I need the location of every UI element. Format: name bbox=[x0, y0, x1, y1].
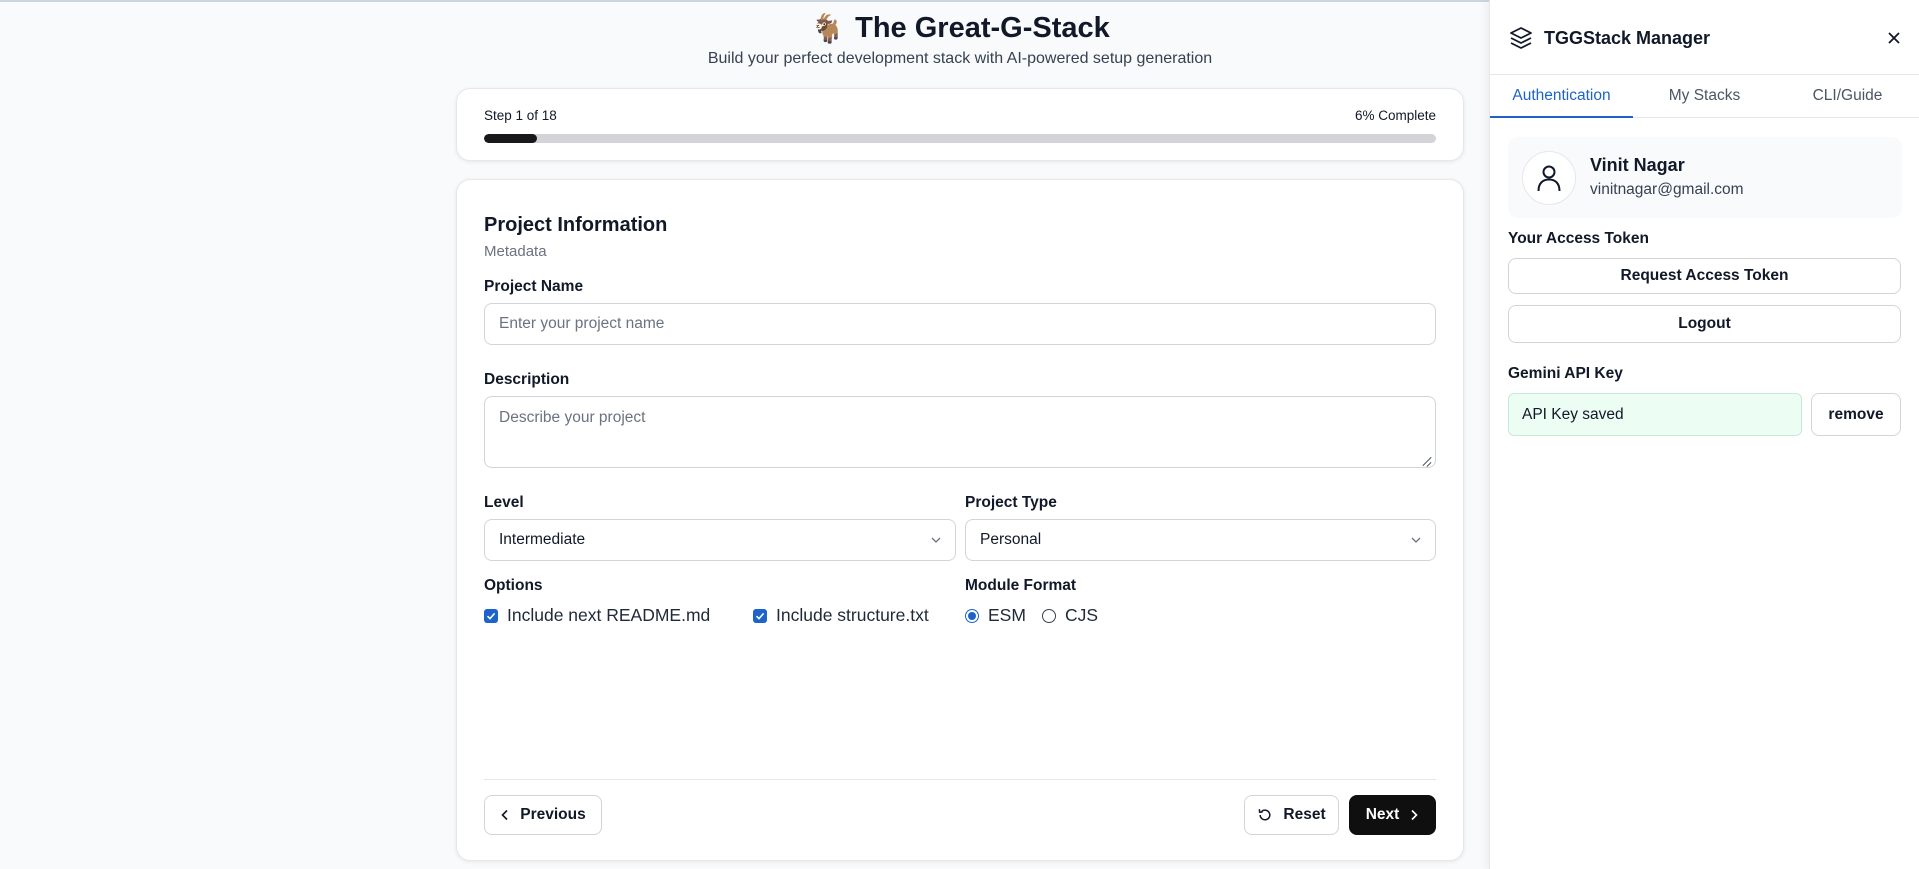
project-type-select[interactable]: Personal bbox=[965, 519, 1436, 561]
next-button[interactable]: Next bbox=[1349, 795, 1436, 835]
main-area: 🐐 The Great-G-Stack Build your perfect d… bbox=[0, 0, 1489, 869]
remove-api-key-button[interactable]: remove bbox=[1811, 393, 1901, 436]
tab-authentication[interactable]: Authentication bbox=[1490, 75, 1633, 118]
section-subtitle: Metadata bbox=[484, 243, 547, 260]
module-format-label: Module Format bbox=[965, 577, 1077, 594]
panel-header: TGGStack Manager bbox=[1508, 20, 1901, 56]
logout-button[interactable]: Logout bbox=[1508, 305, 1901, 343]
radio-esm-label: ESM bbox=[988, 605, 1026, 625]
progress-card: Step 1 of 18 6% Complete bbox=[456, 88, 1464, 161]
radio-cjs-label: CJS bbox=[1065, 605, 1099, 625]
progress-bar bbox=[484, 134, 1436, 143]
project-type-value: Personal bbox=[980, 531, 1042, 548]
avatar bbox=[1522, 151, 1576, 205]
radio-cjs-option[interactable]: CJS bbox=[1042, 605, 1098, 626]
stack-manager-panel: TGGStack Manager Authentication My Stack… bbox=[1489, 0, 1919, 869]
user-icon bbox=[1537, 165, 1561, 192]
project-type-label: Project Type bbox=[965, 494, 1057, 511]
progress-bar-fill bbox=[484, 134, 538, 143]
textarea-resize-handle[interactable] bbox=[1421, 456, 1431, 466]
request-access-token-button[interactable]: Request Access Token bbox=[1508, 258, 1901, 294]
page-title-text: The Great-G-Stack bbox=[855, 12, 1110, 44]
tab-cli-guide[interactable]: CLI/Guide bbox=[1776, 75, 1919, 117]
goat-icon: 🐐 bbox=[810, 13, 846, 44]
project-name-input[interactable] bbox=[484, 303, 1436, 345]
project-name-label: Project Name bbox=[484, 278, 584, 295]
chevron-left-icon bbox=[501, 809, 508, 821]
radio-cjs[interactable] bbox=[1042, 608, 1056, 623]
footer-divider bbox=[484, 779, 1436, 780]
layers-icon bbox=[1510, 27, 1532, 49]
step-label: Step 1 of 18 bbox=[484, 108, 557, 123]
level-value: Intermediate bbox=[499, 531, 586, 548]
percent-label: 6% Complete bbox=[1354, 108, 1436, 123]
reset-icon bbox=[1259, 809, 1271, 821]
user-card: Vinit Nagar vinitnagar@gmail.com bbox=[1508, 137, 1902, 218]
level-select[interactable]: Intermediate bbox=[484, 519, 956, 561]
chevron-down-icon bbox=[1411, 537, 1421, 543]
page-title: 🐐 The Great-G-Stack bbox=[810, 12, 1110, 45]
check-icon bbox=[755, 612, 765, 620]
page-subtitle: Build your perfect development stack wit… bbox=[707, 50, 1213, 67]
access-token-label: Your Access Token bbox=[1508, 230, 1649, 247]
chevron-right-icon bbox=[1411, 809, 1418, 821]
level-label: Level bbox=[484, 494, 524, 511]
panel-tabs: Authentication My Stacks CLI/Guide bbox=[1490, 75, 1919, 118]
progress-labels: Step 1 of 18 6% Complete bbox=[484, 108, 1436, 123]
checkbox-readme[interactable] bbox=[484, 608, 498, 623]
description-label: Description bbox=[484, 371, 570, 388]
option-structure[interactable]: Include structure.txt bbox=[753, 605, 929, 626]
reset-button[interactable]: Reset bbox=[1244, 795, 1339, 835]
tab-my-stacks[interactable]: My Stacks bbox=[1633, 75, 1776, 117]
close-icon[interactable] bbox=[1887, 31, 1901, 45]
user-email: vinitnagar@gmail.com bbox=[1590, 181, 1744, 198]
section-title: Project Information bbox=[484, 214, 668, 236]
chevron-down-icon bbox=[931, 537, 941, 543]
radio-esm[interactable] bbox=[965, 608, 979, 623]
api-key-status-field: API Key saved bbox=[1508, 393, 1802, 436]
reset-button-label: Reset bbox=[1283, 806, 1326, 823]
option-readme-label: Include next README.md bbox=[507, 605, 711, 625]
panel-title: TGGStack Manager bbox=[1544, 27, 1711, 48]
previous-button[interactable]: Previous bbox=[484, 795, 602, 835]
option-readme[interactable]: Include next README.md bbox=[484, 605, 710, 626]
option-structure-label: Include structure.txt bbox=[776, 605, 929, 625]
radio-esm-option[interactable]: ESM bbox=[965, 605, 1026, 626]
checkbox-structure[interactable] bbox=[753, 608, 767, 623]
gemini-api-key-label: Gemini API Key bbox=[1508, 365, 1623, 382]
previous-button-label: Previous bbox=[520, 806, 586, 823]
page-header: 🐐 The Great-G-Stack Build your perfect d… bbox=[456, 12, 1464, 68]
check-icon bbox=[486, 612, 496, 620]
description-textarea[interactable] bbox=[484, 396, 1436, 468]
next-button-label: Next bbox=[1365, 806, 1400, 823]
options-label: Options bbox=[484, 577, 543, 594]
form-card: Project Information Metadata Project Nam… bbox=[456, 179, 1464, 861]
user-name: Vinit Nagar bbox=[1590, 155, 1685, 175]
